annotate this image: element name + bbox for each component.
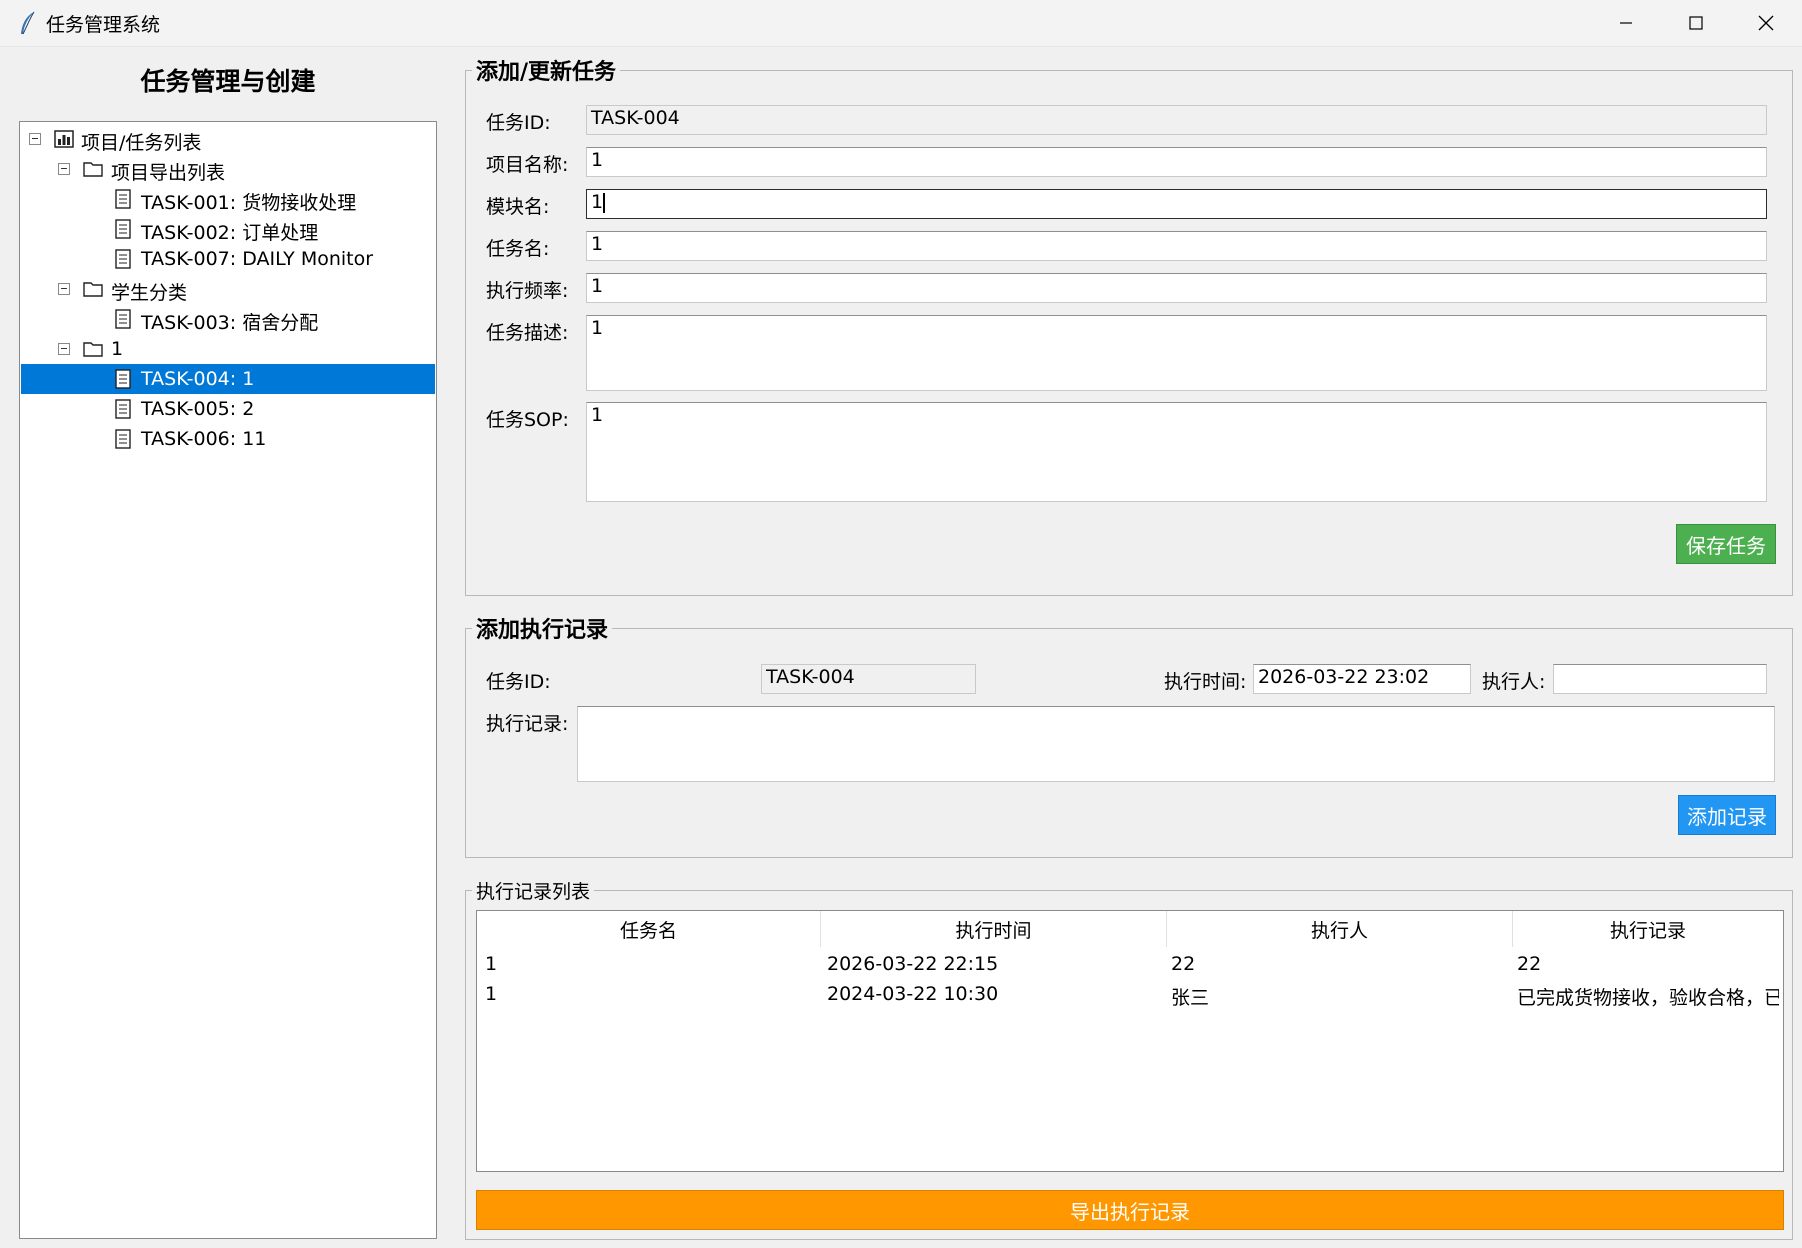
tree-folder-label: 学生分类 [111, 282, 188, 304]
folder-icon [83, 162, 103, 177]
table-cell: 22 [1171, 953, 1196, 975]
table-cell: 1 [485, 983, 498, 1005]
description-label: 任务描述: [486, 322, 569, 344]
tree-task-item[interactable]: TASK-007: DAILY Monitor [21, 244, 435, 274]
document-icon [115, 369, 131, 389]
task-name-label: 任务名: [486, 238, 550, 260]
tree-task-item[interactable]: TASK-005: 2 [21, 394, 435, 424]
export-records-button[interactable]: 导出执行记录 [476, 1190, 1784, 1230]
execution-time-label: 执行时间: [1164, 671, 1247, 693]
save-task-button[interactable]: 保存任务 [1676, 524, 1776, 564]
module-name-input[interactable]: 1 [586, 189, 1767, 219]
folder-icon [83, 342, 103, 357]
document-icon [115, 399, 131, 419]
table-cell: 2024-03-22 10:30 [827, 983, 999, 1005]
tree-root-item[interactable]: 项目/任务列表 [21, 124, 435, 154]
folder-icon [83, 282, 103, 297]
task-id-field[interactable]: TASK-004 [586, 105, 1767, 135]
task-name-input[interactable]: 1 [586, 231, 1767, 261]
table-cell: 已完成货物接收，验收合格，已登记入库 [1517, 987, 1779, 1009]
tree-task-label: TASK-005: 2 [141, 398, 255, 420]
tree-task-item[interactable]: TASK-002: 订单处理 [21, 214, 435, 244]
task-id-label: 任务ID: [486, 112, 551, 134]
add-record-button[interactable]: 添加记录 [1678, 795, 1776, 835]
records-list-title: 执行记录列表 [472, 877, 595, 904]
table-cell: 张三 [1171, 987, 1210, 1009]
maximize-button[interactable] [1661, 0, 1731, 46]
task-tree[interactable]: 项目/任务列表 项目导出列表 TASK-001: 货物接收处理 TASK-002… [19, 121, 437, 1239]
sop-textarea[interactable]: 1 [586, 402, 1767, 502]
column-header-executor[interactable]: 执行人 [1167, 911, 1513, 947]
tree-task-label: TASK-001: 货物接收处理 [141, 192, 357, 214]
collapse-toggle-icon[interactable] [29, 133, 41, 145]
project-name-label: 项目名称: [486, 154, 569, 176]
tree-task-label: TASK-002: 订单处理 [141, 222, 319, 244]
tree-task-label: TASK-007: DAILY Monitor [141, 248, 374, 270]
column-header-execution-time[interactable]: 执行时间 [821, 911, 1167, 947]
tree-folder-item[interactable]: 1 [21, 334, 435, 364]
collapse-toggle-icon[interactable] [58, 343, 70, 355]
frequency-label: 执行频率: [486, 280, 569, 302]
record-task-id-label: 任务ID: [486, 671, 551, 693]
tree-task-item[interactable]: TASK-001: 货物接收处理 [21, 184, 435, 214]
text-cursor [603, 192, 606, 213]
executor-input[interactable] [1553, 664, 1767, 694]
tree-task-item[interactable]: TASK-003: 宿舍分配 [21, 304, 435, 334]
tree-task-label: TASK-003: 宿舍分配 [141, 312, 319, 334]
document-icon [115, 309, 131, 329]
executor-label: 执行人: [1482, 671, 1546, 693]
close-button[interactable] [1731, 0, 1801, 46]
tree-folder-label: 项目导出列表 [111, 162, 226, 184]
table-cell: 2026-03-22 22:15 [827, 953, 999, 975]
chart-icon [54, 130, 74, 148]
module-name-value: 1 [591, 191, 604, 213]
tree-folder-item[interactable]: 项目导出列表 [21, 154, 435, 184]
records-table[interactable]: 任务名 执行时间 执行人 执行记录 1 2026-03-22 22:15 22 … [476, 910, 1784, 1172]
close-icon [1758, 15, 1774, 31]
column-header-record[interactable]: 执行记录 [1513, 911, 1783, 947]
frequency-input[interactable]: 1 [586, 273, 1767, 303]
tree-root-label: 项目/任务列表 [81, 132, 202, 154]
left-panel-title: 任务管理与创建 [140, 67, 316, 96]
project-name-input[interactable]: 1 [586, 147, 1767, 177]
document-icon [115, 249, 131, 269]
maximize-icon [1689, 16, 1703, 30]
description-textarea[interactable]: 1 [586, 315, 1767, 391]
minimize-icon [1620, 22, 1632, 24]
record-form-title: 添加执行记录 [472, 612, 613, 644]
window-title: 任务管理系统 [46, 14, 161, 36]
record-content-label: 执行记录: [486, 713, 569, 735]
execution-time-input[interactable]: 2026-03-22 23:02 [1253, 664, 1471, 694]
minimize-button[interactable] [1591, 0, 1661, 46]
record-task-id-field[interactable]: TASK-004 [761, 664, 976, 694]
tree-folder-item[interactable]: 学生分类 [21, 274, 435, 304]
record-content-textarea[interactable] [577, 706, 1775, 782]
document-icon [115, 219, 131, 239]
document-icon [115, 189, 131, 209]
window-title-bar: 任务管理系统 [0, 0, 1802, 47]
tree-task-label: TASK-006: 11 [141, 428, 267, 450]
collapse-toggle-icon[interactable] [58, 283, 70, 295]
table-cell: 22 [1517, 953, 1542, 975]
sop-label: 任务SOP: [486, 409, 569, 431]
tree-task-item[interactable]: TASK-006: 11 [21, 424, 435, 454]
tree-task-label: TASK-004: 1 [141, 368, 255, 390]
collapse-toggle-icon[interactable] [58, 163, 70, 175]
feather-icon [21, 11, 35, 35]
tree-task-item-selected[interactable]: TASK-004: 1 [21, 364, 435, 394]
task-form-title: 添加/更新任务 [472, 54, 621, 86]
column-header-task-name[interactable]: 任务名 [477, 911, 821, 947]
table-cell: 1 [485, 953, 498, 975]
module-name-label: 模块名: [486, 196, 550, 218]
document-icon [115, 429, 131, 449]
tree-folder-label: 1 [111, 338, 124, 360]
